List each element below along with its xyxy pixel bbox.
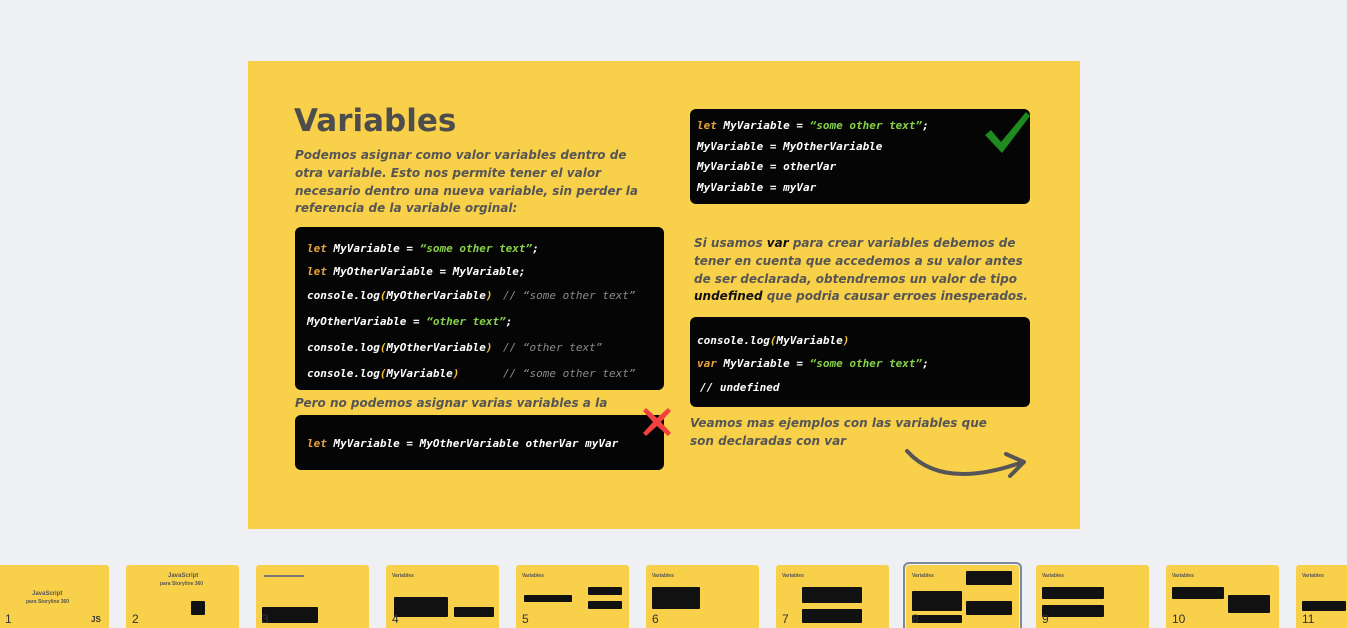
code-line: let MyVariable = “some other text”; — [307, 242, 539, 255]
presentation-editor: Variables Podemos asignar como valor var… — [0, 0, 1347, 628]
slide-canvas[interactable]: Variables Podemos asignar como valor var… — [248, 61, 1080, 529]
thumb-title: Variables — [912, 573, 934, 579]
slide-thumbnail[interactable]: Variables 4 — [386, 565, 499, 628]
slide-title[interactable]: Variables — [294, 103, 456, 139]
arrow-icon[interactable] — [902, 445, 1032, 485]
thumb-code — [524, 595, 572, 602]
thumb-code — [652, 587, 700, 609]
slide-thumbnail[interactable]: Variables 11 — [1296, 565, 1347, 628]
thumb-code — [1042, 587, 1104, 599]
thumb-title: JavaScript — [32, 591, 63, 597]
thumb-code — [1228, 595, 1270, 613]
thumb-number: 7 — [782, 612, 789, 626]
thumb-number: 8 — [912, 612, 919, 626]
thumb-code — [588, 601, 622, 609]
code-block-reassign[interactable]: let MyVariable = “some other text”; let … — [295, 227, 664, 390]
thumb-logo — [191, 601, 205, 615]
thumb-title: Variables — [392, 573, 414, 579]
thumb-number: 1 — [5, 612, 12, 626]
code-line: console.log(MyOtherVariable)// “other te… — [307, 341, 603, 354]
var-note-paragraph[interactable]: Si usamos var para crear variables debem… — [694, 235, 1034, 306]
thumb-number: 11 — [1302, 612, 1315, 626]
code-block-invalid[interactable]: let MyVariable = MyOtherVariable otherVa… — [295, 415, 664, 470]
code-line: MyVariable = myVar — [697, 181, 817, 194]
cross-icon[interactable] — [640, 405, 674, 439]
slide-thumbnail[interactable]: JavaScript para Storyline 360 2 — [126, 565, 239, 628]
code-line: console.log(MyOtherVariable)// “some oth… — [307, 289, 636, 302]
slide-thumbnail-selected[interactable]: Variables 8 — [903, 562, 1022, 628]
thumb-code — [588, 587, 622, 595]
thumb-number: 10 — [1172, 612, 1186, 626]
code-comment: // undefined — [700, 381, 780, 394]
thumb-title: JavaScript — [168, 573, 199, 579]
thumb-code — [1302, 601, 1346, 611]
thumb-code — [802, 587, 862, 603]
thumb-code — [262, 607, 318, 623]
code-line: MyVariable = MyOtherVariable — [697, 140, 883, 153]
thumb-code — [802, 609, 862, 623]
thumb-code — [394, 597, 448, 617]
slide-thumbnail[interactable]: Variables 6 — [646, 565, 759, 628]
thumb-code — [966, 601, 1012, 615]
thumb-number: 5 — [522, 612, 529, 626]
thumb-code — [912, 591, 962, 611]
code-line: console.log(MyVariable) — [697, 334, 850, 347]
thumb-number: 6 — [652, 612, 659, 626]
thumb-number: 4 — [392, 612, 399, 626]
slide-thumbnail[interactable]: Variables 9 — [1036, 565, 1149, 628]
slide-thumbnail[interactable]: Variables 10 — [1166, 565, 1279, 628]
code-block-assign-valid[interactable]: let MyVariable = “some other text”; MyVa… — [690, 109, 1030, 204]
intro-paragraph[interactable]: Podemos asignar como valor variables den… — [295, 147, 655, 218]
code-line: console.log(MyVariable)// “some other te… — [307, 367, 636, 380]
thumb-code — [454, 607, 494, 617]
thumb-number: 9 — [1042, 612, 1049, 626]
thumb-title: Variables — [782, 573, 804, 579]
thumb-title: Variables — [652, 573, 674, 579]
thumb-number: 3 — [262, 612, 269, 626]
thumb-code — [1042, 605, 1104, 617]
code-line: let MyVariable = “some other text”; — [697, 119, 929, 132]
checkmark-icon[interactable] — [982, 109, 1032, 157]
thumb-title: Variables — [1302, 573, 1324, 579]
code-block-hoisting[interactable]: console.log(MyVariable) var MyVariable =… — [690, 317, 1030, 407]
code-line: MyVariable = otherVar — [697, 160, 837, 173]
slide-filmstrip: JavaScript para Storyline 360 JS 1 JavaS… — [0, 562, 1347, 628]
thumb-subtitle: para Storyline 360 — [26, 599, 70, 605]
code-line: var MyVariable = “some other text”; — [697, 357, 929, 370]
slide-thumbnail[interactable]: Variables 5 — [516, 565, 629, 628]
thumb-text — [264, 575, 304, 577]
slide-thumbnail[interactable]: 3 — [256, 565, 369, 628]
slide-thumbnail[interactable]: JavaScript para Storyline 360 JS 1 — [0, 565, 109, 628]
thumb-code — [1172, 587, 1224, 599]
code-line: MyOtherVariable = “other text”; — [307, 315, 513, 328]
slide-thumbnail[interactable]: Variables 7 — [776, 565, 889, 628]
thumb-code — [966, 571, 1012, 585]
code-line: let MyOtherVariable = MyVariable; — [307, 265, 526, 278]
thumb-subtitle: para Storyline 360 — [160, 581, 204, 587]
thumb-code — [912, 615, 962, 623]
code-line: let MyVariable = MyOtherVariable otherVa… — [307, 437, 619, 450]
thumb-title: Variables — [1042, 573, 1064, 579]
thumb-title: Variables — [522, 573, 544, 579]
thumb-badge: JS — [91, 615, 101, 624]
thumb-number: 2 — [132, 612, 139, 626]
thumb-title: Variables — [1172, 573, 1194, 579]
